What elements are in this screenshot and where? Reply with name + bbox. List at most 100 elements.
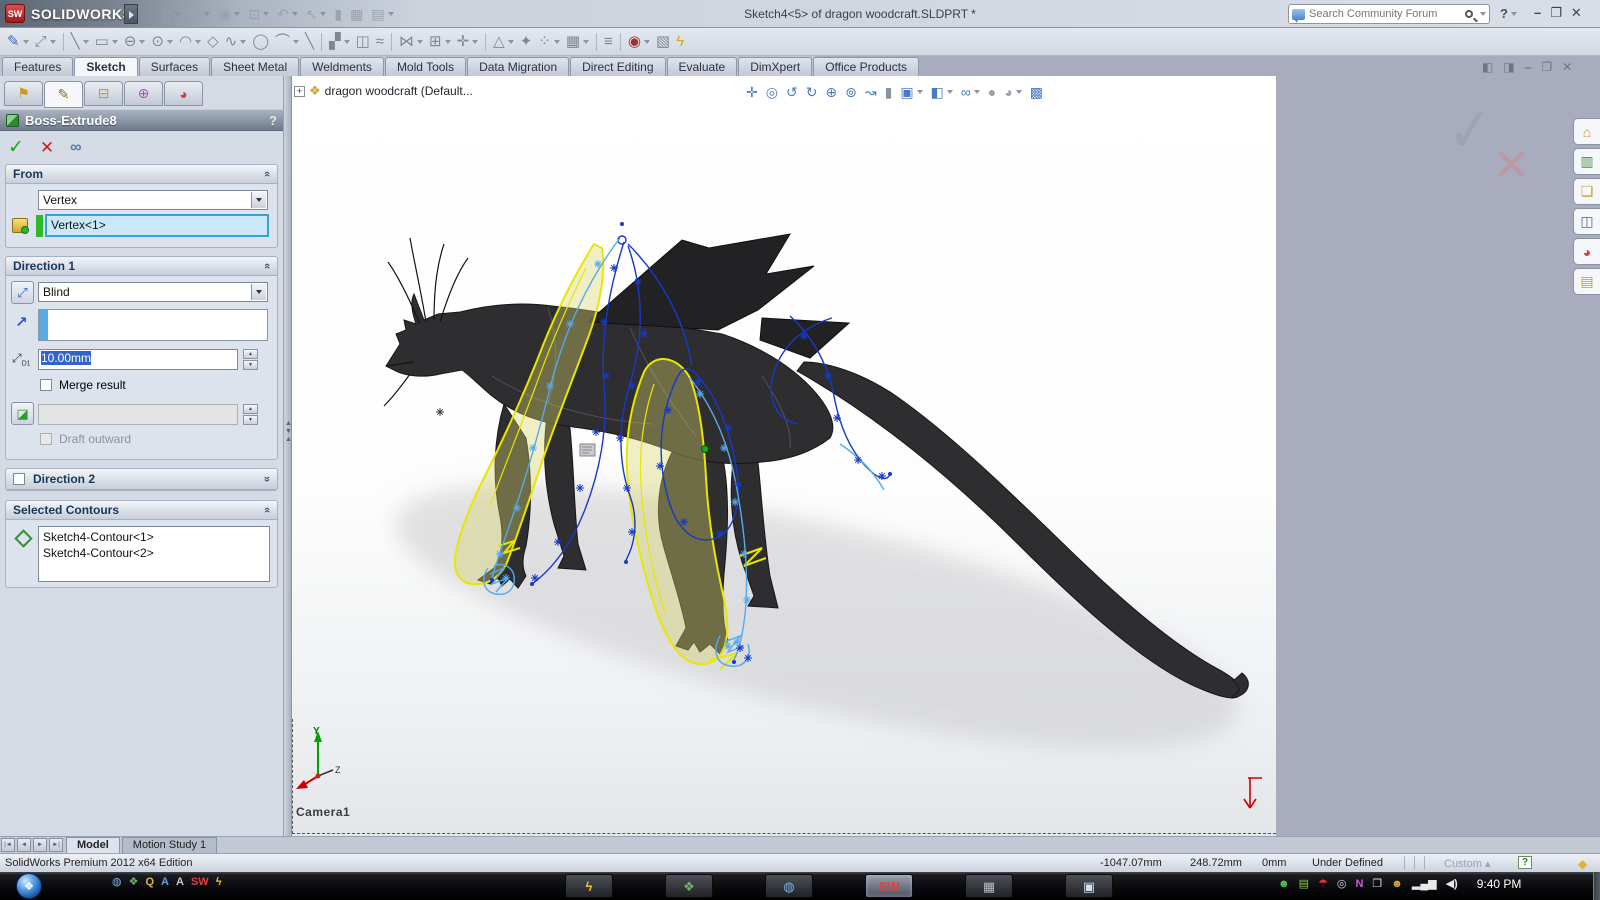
close-button[interactable]: ✕ [1571,5,1582,21]
help-button[interactable]: ? [1500,6,1517,21]
view-orientation-icon[interactable]: ▣ [897,81,925,103]
rectangle-icon[interactable]: ▭ [92,31,121,53]
acrobat-icon[interactable]: A [176,877,184,888]
rapid-sketch-icon[interactable]: ▦ [563,31,592,53]
rotate-left-icon[interactable]: ↺ [783,81,801,103]
tab-scroll-button[interactable]: ► [33,838,47,852]
show-desktop-button[interactable] [1593,872,1600,900]
panel-splitter[interactable]: ▲ ▼ ▲ [284,76,292,836]
spline-icon[interactable]: ∿ [222,31,250,53]
file-explorer-icon[interactable]: ❏ [1573,178,1600,205]
task-solidworks-button[interactable]: SW [865,874,913,898]
select-icon[interactable]: ↖ [303,3,330,25]
task-explorer-button[interactable]: ❖ [665,874,713,898]
tile-right-icon[interactable]: ◨ [1503,60,1514,74]
tasklist-icon[interactable]: ▤ [1299,878,1309,890]
depth-input[interactable]: 10.00mm [38,349,238,370]
reverse-direction-button[interactable]: ⤢ [11,281,34,304]
custom-properties-icon[interactable]: ▤ [1573,268,1600,295]
antivirus-icon[interactable]: ☂ [1318,878,1328,890]
end-condition-dropdown[interactable]: Blind [38,282,268,302]
commandmanager-tab[interactable]: DimXpert [738,57,813,76]
merge-result-checkbox[interactable] [40,379,52,391]
doc-close-icon[interactable]: ✕ [1562,60,1572,74]
annotation-note-icon[interactable] [579,443,596,457]
cancel-button[interactable]: ✕ [40,138,54,158]
tree-expand-icon[interactable]: + [294,85,305,97]
task-image-button[interactable]: ▣ [1065,874,1113,898]
selected-contours-header[interactable]: Selected Contours « [6,501,277,520]
slot-icon[interactable]: ⊖ [121,31,149,53]
onenote-icon[interactable]: N [1355,878,1363,890]
study-tab[interactable]: Model [66,837,120,853]
view-palette-icon[interactable]: ◫ [1573,208,1600,235]
direction-reference-field[interactable] [38,309,268,341]
collapse-chevron-icon[interactable]: « [261,171,273,177]
configurationmanager-tab-icon[interactable]: ⊟ [84,81,123,106]
timer-icon[interactable]: ◎ [1337,878,1347,890]
camera-icon[interactable]: ◉ [625,31,653,53]
commandmanager-tab[interactable]: Evaluate [666,57,738,76]
dimxpertmanager-tab-icon[interactable]: ⊕ [124,81,163,106]
spin-down-icon[interactable]: ▼ [243,360,258,370]
section-view-icon[interactable]: ▮ [882,81,896,103]
commandmanager-tab[interactable]: Data Migration [467,57,570,76]
pan-icon[interactable]: ✛ [743,81,761,103]
save-icon[interactable]: ▣ [215,3,243,25]
direction2-group-header[interactable]: Direction 2 « [6,469,277,490]
offset-icon[interactable]: ≈ [373,31,387,53]
feature-help-icon[interactable]: ? [269,113,277,128]
collapse-chevron-icon[interactable]: « [261,263,273,269]
rotate-view-icon[interactable]: ↻ [803,81,821,103]
featuremanager-tab-icon[interactable]: ⚑ [4,81,43,106]
contours-listbox[interactable]: Sketch4-Contour<1> Sketch4-Contour<2> [38,526,270,582]
displaymanager-tab-icon[interactable]: ◕ [164,81,203,106]
restore-button[interactable]: ❐ [1550,5,1562,21]
doc-minimize-icon[interactable]: – [1525,60,1532,74]
appearances-icon[interactable]: ◕ [1573,238,1600,265]
part-tree-label[interactable]: dragon woodcraft (Default... [325,84,473,98]
mirror-icon[interactable]: ⋈ [396,31,426,53]
undo-icon[interactable]: ↶ [274,3,301,25]
tab-scroll-button[interactable]: ◄ [17,838,31,852]
scene-icon[interactable]: ▩ [1027,81,1046,103]
dropdown-arrow-icon[interactable] [251,284,266,300]
appearance-icon[interactable]: ◕ [1001,81,1024,103]
centerline-icon[interactable]: ╲ [302,31,317,53]
instant2d-icon[interactable]: ≡ [601,31,616,53]
expand-chevron-icon[interactable]: « [261,476,273,482]
model-canvas[interactable]: Y Z [292,76,1276,836]
spin-up-icon[interactable]: ▲ [243,349,258,359]
doc-restore-icon[interactable]: ❐ [1541,60,1552,74]
contour-item[interactable]: Sketch4-Contour<1> [43,529,265,545]
zoom-in-icon[interactable]: ⊕ [822,81,840,103]
confirmation-corner-cancel-icon[interactable]: ✕ [1492,138,1531,192]
move-entities-icon[interactable]: ✛ [454,31,482,53]
messenger-icon[interactable]: ☻ [1278,878,1290,890]
resources-home-icon[interactable]: ⌂ [1573,118,1600,145]
tab-scroll-button[interactable]: ►| [49,838,63,852]
direction2-checkbox[interactable] [13,473,25,485]
propertymanager-tab-icon[interactable]: ✎ [44,81,83,108]
circle-icon[interactable]: ⊙ [148,31,176,53]
users-icon[interactable]: ☻ [1391,878,1403,890]
unit-system-dropdown[interactable]: Custom ▴ [1444,857,1490,870]
task-lightning-button[interactable]: ϟ [565,874,613,898]
menu-expand-button[interactable] [124,4,138,24]
new-document-icon[interactable]: ▯ [160,3,183,25]
commandmanager-tab[interactable]: Weldments [300,57,384,76]
confirmation-corner-ok-icon[interactable]: ✓ [1443,94,1498,167]
commandmanager-tab[interactable]: Sketch [74,57,138,76]
commandmanager-tab[interactable]: Direct Editing [570,57,666,76]
commandmanager-tab[interactable]: Features [2,57,74,76]
sketch-picture-icon[interactable]: ▧ [653,31,673,53]
lightning-icon[interactable]: ϟ [216,877,222,888]
ellipse-icon[interactable]: ◯ [249,31,272,53]
search-icon[interactable] [1465,10,1473,18]
sketch-origin-point[interactable] [701,445,709,453]
quick-snaps-icon[interactable]: ⁘ [535,31,563,53]
instant3d-icon[interactable]: ϟ [673,31,687,53]
shadow-icon[interactable]: ● [985,81,999,103]
design-library-icon[interactable]: ▥ [1573,148,1600,175]
from-group-header[interactable]: From « [6,165,277,184]
